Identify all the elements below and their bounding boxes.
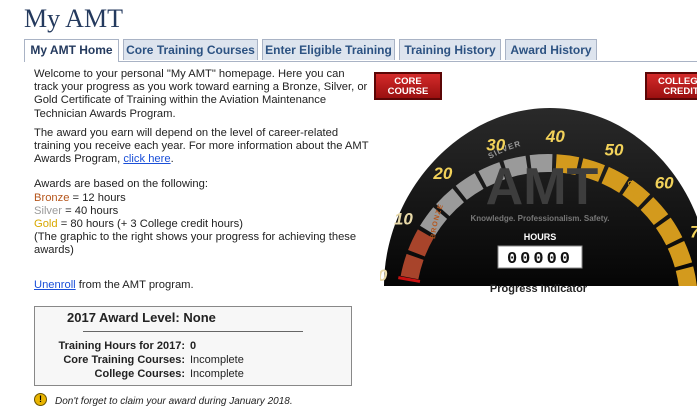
- amt-logo: AMT: [486, 158, 599, 216]
- training-hours-value: 0: [190, 340, 197, 352]
- awards-heading: Awards are based on the following:: [34, 178, 208, 191]
- award-reminder: Don't forget to claim your award during …: [55, 396, 293, 407]
- core-course-line2: COURSE: [387, 85, 429, 97]
- gold-label: Gold: [34, 218, 58, 231]
- gold-line: Gold = 80 hours (+ 3 College credit hour…: [34, 218, 369, 231]
- hours-value: 00000: [507, 250, 573, 269]
- bronze-line: Bronze = 12 hours: [34, 192, 369, 205]
- progress-gauge: SILVER BRONZE GOLD AMT Knowledge. Profes…: [380, 104, 697, 286]
- award-level-label: 2017 Award Level:: [67, 310, 180, 325]
- unenroll-line: Unenroll from the AMT program.: [34, 279, 369, 292]
- core-courses-value: Incomplete: [190, 354, 244, 366]
- warning-icon: !: [34, 393, 47, 406]
- tab-bar: My AMT Home Core Training Courses Enter …: [24, 39, 697, 62]
- gauge-tick-label: 50: [605, 140, 624, 159]
- award-level-value: None: [183, 310, 216, 325]
- hours-label: HOURS: [524, 232, 557, 242]
- gauge-tick-label: 60: [655, 174, 674, 193]
- tab-enter-eligible-training[interactable]: Enter Eligible Training: [262, 39, 395, 60]
- training-hours-label: Training Hours for 2017:: [58, 340, 185, 352]
- silver-value: = 40 hours: [61, 204, 119, 217]
- award-info-paragraph: The award you earn will depend on the le…: [34, 127, 369, 167]
- award-summary-box: 2017 Award Level: None Training Hours fo…: [34, 306, 352, 386]
- award-info-text: The award you earn will depend on the le…: [34, 126, 369, 166]
- award-info-end: .: [170, 153, 174, 166]
- silver-line: Silver = 40 hours: [34, 205, 369, 218]
- intro-paragraph: Welcome to your personal "My AMT" homepa…: [34, 68, 368, 120]
- gauge-tick-label: 40: [545, 127, 565, 146]
- gold-value: = 80 hours (+ 3 College credit hours): [57, 218, 243, 231]
- gauge-tick-label: 10: [394, 209, 413, 228]
- silver-label: Silver: [34, 204, 62, 217]
- unenroll-text: from the AMT program.: [75, 278, 194, 291]
- gauge-svg: SILVER BRONZE GOLD AMT Knowledge. Profes…: [380, 108, 697, 286]
- gauge-tick-label: 30: [486, 135, 505, 154]
- tab-award-history[interactable]: Award History: [505, 39, 597, 60]
- intro-section: Welcome to your personal "My AMT" homepa…: [34, 68, 369, 292]
- college-courses-label: College Courses:: [94, 368, 185, 380]
- gauge-tick-label: 0: [380, 266, 388, 285]
- tab-my-amt-home[interactable]: My AMT Home: [24, 39, 119, 62]
- college-courses-value: Incomplete: [190, 368, 244, 380]
- college-credit-button[interactable]: COLLEGE CREDIT: [645, 72, 697, 100]
- gauge-tick-label: 70: [690, 222, 697, 241]
- progress-indicator-label: Progress Indicator: [489, 283, 588, 295]
- bronze-value: = 12 hours: [69, 191, 126, 204]
- core-courses-label: Core Training Courses:: [63, 354, 185, 366]
- gauge-tagline: Knowledge. Professionalism. Safety.: [471, 214, 610, 223]
- award-level: 2017 Award Level: None: [67, 310, 216, 325]
- award-divider: [83, 331, 303, 332]
- unenroll-link[interactable]: Unenroll: [34, 279, 76, 291]
- bronze-label: Bronze: [34, 191, 70, 204]
- click-here-link[interactable]: click here: [123, 153, 170, 165]
- core-course-button[interactable]: CORE COURSE: [374, 72, 442, 100]
- tab-core-training-courses[interactable]: Core Training Courses: [123, 39, 258, 60]
- graphic-note: (The graphic to the right shows your pro…: [34, 231, 357, 257]
- gauge-tick-label: 20: [432, 164, 452, 183]
- tab-training-history[interactable]: Training History: [399, 39, 501, 60]
- page-title: My AMT: [24, 4, 123, 33]
- college-credit-line2: CREDIT: [663, 85, 697, 97]
